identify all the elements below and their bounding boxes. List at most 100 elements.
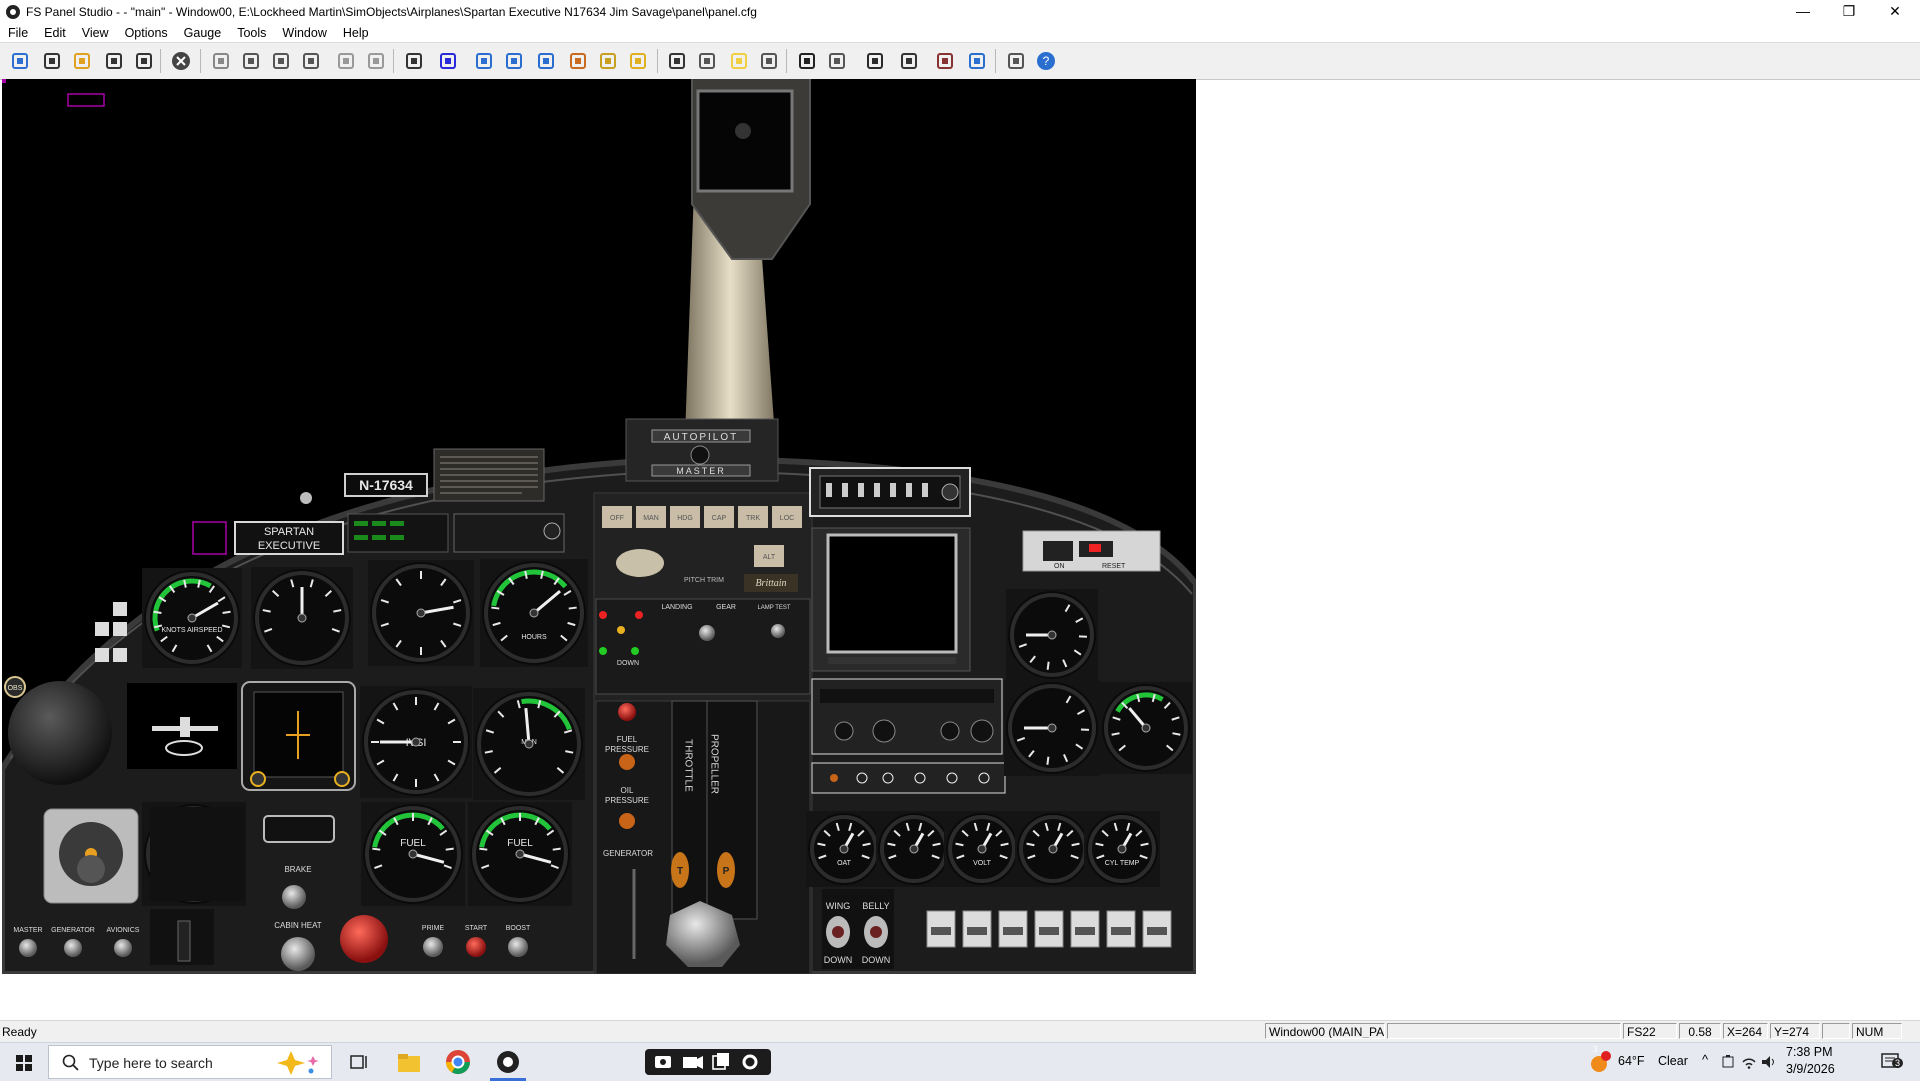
menu-help[interactable]: Help	[335, 24, 377, 42]
rectangle-icon[interactable]	[728, 50, 750, 72]
align-icon[interactable]	[627, 50, 649, 72]
start-button[interactable]	[0, 1043, 48, 1081]
hsi-display[interactable]	[242, 682, 355, 790]
help-icon[interactable]: ?	[1035, 50, 1057, 72]
file-explorer-icon[interactable]	[394, 1048, 422, 1076]
sphere-icon[interactable]	[210, 50, 232, 72]
screw	[300, 492, 312, 504]
status-bar: Ready Window00 (MAIN_PA FS22 0.58 X=264 …	[0, 1020, 1920, 1043]
turn-knob[interactable]	[616, 549, 664, 577]
svg-text:RESET: RESET	[1102, 563, 1126, 570]
grid-icon[interactable]	[597, 50, 619, 72]
svg-text:FUEL: FUEL	[617, 735, 638, 744]
add-window-icon[interactable]	[41, 50, 63, 72]
back-icon[interactable]	[898, 50, 920, 72]
generator-switch[interactable]	[64, 939, 82, 957]
menu-edit[interactable]: Edit	[36, 24, 74, 42]
print-icon[interactable]	[1005, 50, 1027, 72]
close-button[interactable]: ✕	[1872, 0, 1918, 24]
menu-tools[interactable]: Tools	[229, 24, 274, 42]
menu-options[interactable]: Options	[117, 24, 176, 42]
menu-file[interactable]: File	[0, 24, 36, 42]
task-view-icon[interactable]	[344, 1048, 372, 1076]
move-icon[interactable]	[535, 50, 557, 72]
chrome-icon[interactable]	[444, 1048, 472, 1076]
svg-text:PRESSURE: PRESSURE	[605, 745, 649, 754]
chevron-up-icon[interactable]: ^	[1702, 1052, 1708, 1067]
zoom-out-icon[interactable]	[503, 50, 525, 72]
aircraft-icon[interactable]	[103, 50, 125, 72]
svg-text:LANDING: LANDING	[661, 604, 692, 611]
plane-icon[interactable]	[758, 50, 780, 72]
title-bar: FS Panel Studio - - "main" - Window00, E…	[0, 0, 1920, 24]
svg-text:GEAR: GEAR	[716, 604, 736, 611]
clock-date[interactable]: 3/9/2026	[1786, 1062, 1835, 1076]
minimize-button[interactable]: —	[1780, 0, 1826, 24]
menu-gauge[interactable]: Gauge	[176, 24, 230, 42]
marker-reset-panel[interactable]: RESET ON	[1023, 531, 1160, 571]
start-button[interactable]	[466, 937, 486, 957]
red-handle[interactable]	[340, 915, 388, 963]
clock-time[interactable]: 7:38 PM	[1786, 1045, 1833, 1059]
preview-icon[interactable]	[966, 50, 988, 72]
weather-condition: Clear	[1658, 1054, 1688, 1068]
cut-icon[interactable]	[240, 50, 262, 72]
landing-light-switch[interactable]	[699, 625, 715, 641]
paste-icon[interactable]	[300, 50, 322, 72]
svg-text:CYL TEMP: CYL TEMP	[1105, 860, 1140, 867]
restore-button[interactable]: ❐	[1826, 0, 1872, 24]
svg-text:OBS: OBS	[8, 685, 23, 692]
yoke-hub[interactable]	[8, 681, 112, 785]
avionics-switch[interactable]	[114, 939, 132, 957]
map-light-box[interactable]	[264, 816, 334, 842]
gps-display[interactable]	[812, 528, 970, 671]
status-ready: Ready	[2, 1025, 37, 1039]
small-gauge-5: CYL TEMP	[1084, 811, 1160, 887]
taskbar-search[interactable]: Type here to search	[48, 1045, 332, 1079]
menu-window[interactable]: Window	[274, 24, 334, 42]
volume-icon[interactable]	[1760, 1054, 1776, 1070]
paint-icon[interactable]	[696, 50, 718, 72]
copy-icon[interactable]	[270, 50, 292, 72]
selection-marker[interactable]	[68, 94, 104, 106]
undo-icon[interactable]	[335, 50, 357, 72]
panel-canvas[interactable]: N-17634 SPARTAN EXECUTIVE AUTOPILOT MAST…	[2, 79, 1196, 974]
lamp-test-switch[interactable]	[771, 624, 785, 638]
pointer-icon[interactable]	[437, 50, 459, 72]
open-icon[interactable]	[71, 50, 93, 72]
menu-view[interactable]: View	[74, 24, 117, 42]
wifi-icon[interactable]	[1741, 1054, 1757, 1070]
audio-panel[interactable]	[812, 679, 1002, 754]
capture-toolbar[interactable]	[645, 1049, 771, 1075]
brake-knob[interactable]	[282, 885, 306, 909]
tools-icon[interactable]	[826, 50, 848, 72]
selection-marker[interactable]	[193, 522, 226, 554]
nav-radio[interactable]	[810, 468, 970, 516]
redo-icon[interactable]	[365, 50, 387, 72]
arrow-icon[interactable]	[666, 50, 688, 72]
new-icon[interactable]	[9, 50, 31, 72]
find-icon[interactable]	[403, 50, 425, 72]
toolbar-separator	[393, 49, 394, 73]
cabin-heat-knob[interactable]	[281, 937, 315, 971]
autopilot-knob[interactable]	[691, 446, 709, 464]
stop-icon[interactable]	[170, 50, 192, 72]
save-icon[interactable]	[133, 50, 155, 72]
battery-icon[interactable]	[1721, 1054, 1737, 1070]
svg-text:VOLT: VOLT	[973, 860, 991, 867]
fuel-gauge-left: FUEL	[361, 802, 465, 906]
brush-icon[interactable]	[567, 50, 589, 72]
boost-switch[interactable]	[508, 937, 528, 957]
prime-switch[interactable]	[423, 937, 443, 957]
marker-beacon-panel[interactable]	[812, 763, 1005, 793]
zoom-in-icon[interactable]	[473, 50, 495, 72]
color-icon[interactable]	[934, 50, 956, 72]
master-switch[interactable]	[19, 939, 37, 957]
status-zoom: 0.58	[1679, 1023, 1721, 1039]
status-y: Y=274	[1770, 1023, 1820, 1039]
window-icon[interactable]	[864, 50, 886, 72]
tail-number: N-17634	[359, 477, 413, 493]
status-version: FS22	[1623, 1023, 1677, 1039]
panel-studio-icon[interactable]	[494, 1048, 522, 1076]
gauge-icon[interactable]	[796, 50, 818, 72]
